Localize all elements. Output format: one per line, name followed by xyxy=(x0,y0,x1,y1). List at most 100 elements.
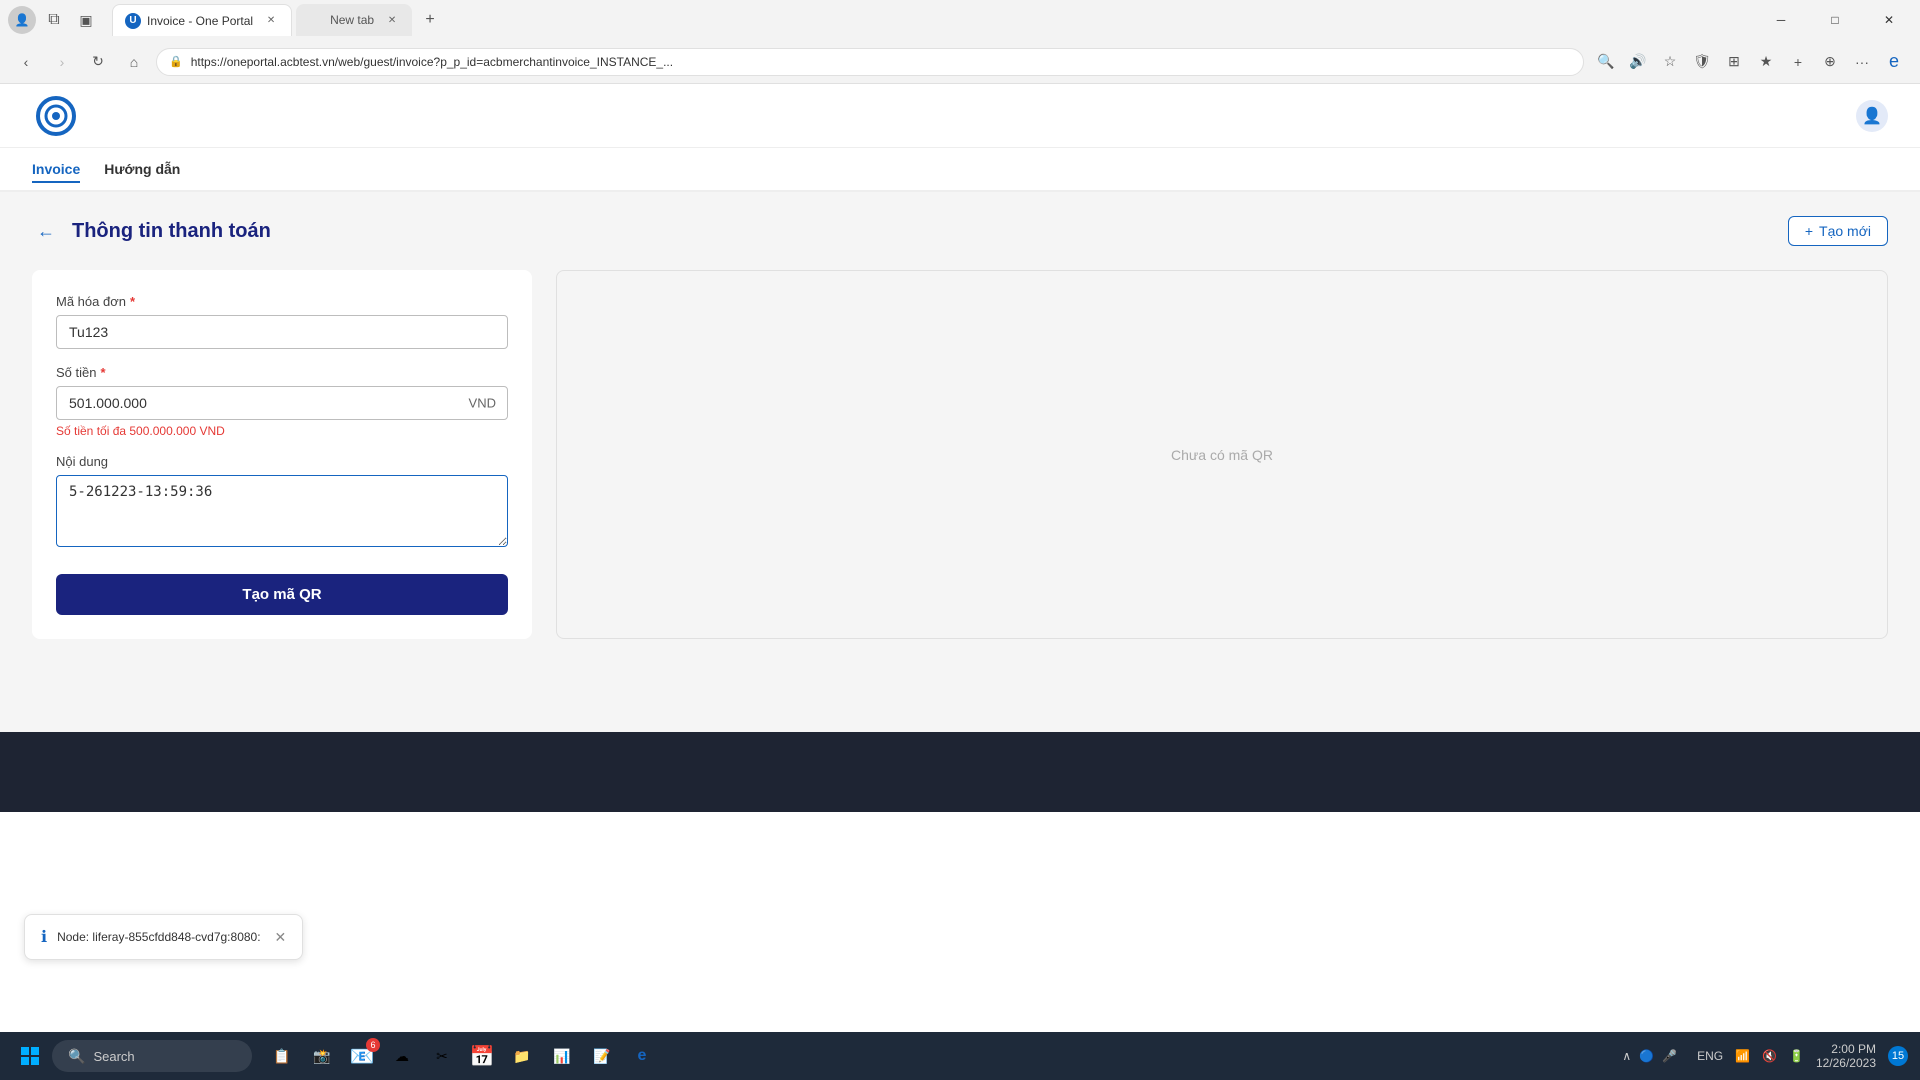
collections-icon[interactable]: + xyxy=(1784,48,1812,76)
title-bar: 👤 ⧉ ▣ U Invoice - One Portal ✕ New tab ✕… xyxy=(0,0,1920,40)
site-header: 👤 xyxy=(0,84,1920,148)
refresh-btn[interactable]: ↻ xyxy=(84,48,112,76)
url-text: https://oneportal.acbtest.vn/web/guest/i… xyxy=(191,55,1571,69)
wifi-icon[interactable]: 📶 xyxy=(1735,1049,1750,1063)
outlook-badge: 6 xyxy=(366,1038,380,1052)
profile-avatar[interactable]: 👤 xyxy=(8,6,36,34)
create-new-btn[interactable]: + Tạo mới xyxy=(1788,216,1888,246)
notification-text: Node: liferay-855cfdd848-cvd7g:8080: xyxy=(57,930,260,944)
content-label: Nội dung xyxy=(56,454,508,469)
submit-btn[interactable]: Tạo mã QR xyxy=(56,574,508,615)
minimize-btn[interactable]: ─ xyxy=(1758,4,1804,36)
tab-label-newtab: New tab xyxy=(330,13,374,27)
vertical-tabs-btn[interactable]: ▣ xyxy=(72,6,100,34)
url-bar[interactable]: 🔒 https://oneportal.acbtest.vn/web/guest… xyxy=(156,48,1584,76)
taskbar-app-explorer[interactable]: 📁 xyxy=(504,1038,540,1074)
language-indicator: ENG xyxy=(1697,1049,1723,1063)
tab-close-invoice[interactable]: ✕ xyxy=(263,13,279,29)
qr-card: Chưa có mã QR xyxy=(556,270,1888,639)
browser-action-1[interactable]: ⊕ xyxy=(1816,48,1844,76)
lock-icon: 🔒 xyxy=(169,55,183,68)
extensions-btn[interactable]: ⧉ xyxy=(40,6,68,34)
taskbar-icon-1[interactable]: 🔵 xyxy=(1639,1049,1654,1063)
start-btn[interactable] xyxy=(12,1038,48,1074)
invoice-code-label: Mã hóa đơn * xyxy=(56,294,508,309)
search-toolbar-icon[interactable]: 🔊 xyxy=(1624,48,1652,76)
page-header: ← Thông tin thanh toán + Tạo mới xyxy=(32,216,1888,246)
notification-toast: ℹ Node: liferay-855cfdd848-cvd7g:8080: ✕ xyxy=(24,914,303,960)
invoice-code-required: * xyxy=(130,294,135,309)
content-input[interactable]: 5-261223-13:59:36 xyxy=(56,475,508,547)
edge-icon[interactable]: e xyxy=(1880,48,1908,76)
create-new-icon: + xyxy=(1805,223,1813,239)
read-aloud-icon[interactable]: 🔍 xyxy=(1592,48,1620,76)
taskbar-app-word[interactable]: 📝 xyxy=(584,1038,620,1074)
taskbar: 🔍 Search 📋 📸 📧 6 ☁ ✂ 📅 📁 📊 📝 e ∧ 🔵 🎤 ENG… xyxy=(0,1032,1920,1080)
create-new-label: Tạo mới xyxy=(1819,223,1871,239)
invoice-code-input[interactable] xyxy=(56,315,508,349)
nav-guide[interactable]: Hướng dẫn xyxy=(104,157,180,183)
amount-input[interactable] xyxy=(56,386,508,420)
volume-icon[interactable]: 🔇 xyxy=(1762,1049,1777,1063)
taskbar-app-outlook[interactable]: 📧 6 xyxy=(344,1038,380,1074)
taskbar-app-edge[interactable]: e xyxy=(624,1038,660,1074)
back-btn[interactable]: ‹ xyxy=(12,48,40,76)
amount-wrapper: VND xyxy=(56,386,508,420)
taskbar-search-text: Search xyxy=(93,1049,134,1064)
back-page-btn[interactable]: ← xyxy=(32,217,60,245)
search-icon: 🔍 xyxy=(68,1048,85,1065)
taskbar-search[interactable]: 🔍 Search xyxy=(52,1040,252,1072)
amount-label: Số tiền * xyxy=(56,365,508,380)
tab-close-newtab[interactable]: ✕ xyxy=(384,12,400,28)
address-bar: ‹ › ↻ ⌂ 🔒 https://oneportal.acbtest.vn/w… xyxy=(0,40,1920,84)
page-title: Thông tin thanh toán xyxy=(72,220,271,243)
amount-required: * xyxy=(100,365,105,380)
taskbar-app-onedrive[interactable]: ☁ xyxy=(384,1038,420,1074)
favorites-sidebar-icon[interactable]: ★ xyxy=(1752,48,1780,76)
tab-newtab[interactable]: New tab ✕ xyxy=(296,4,412,36)
taskbar-app-teams[interactable]: 📅 xyxy=(464,1038,500,1074)
mic-icon[interactable]: 🎤 xyxy=(1662,1049,1677,1063)
notification-close[interactable]: ✕ xyxy=(275,929,287,946)
maximize-btn[interactable]: □ xyxy=(1812,4,1858,36)
site-nav: Invoice Hướng dẫn xyxy=(0,148,1920,192)
taskbar-apps: 📋 📸 📧 6 ☁ ✂ 📅 📁 📊 📝 e xyxy=(264,1038,660,1074)
user-profile-icon[interactable]: 👤 xyxy=(1856,100,1888,132)
split-screen-icon[interactable]: ⊞ xyxy=(1720,48,1748,76)
site-logo xyxy=(32,92,80,140)
amount-currency: VND xyxy=(469,396,496,411)
forward-btn[interactable]: › xyxy=(48,48,76,76)
browser-essentials-icon[interactable]: 🛡 xyxy=(1688,48,1716,76)
content-group: Nội dung 5-261223-13:59:36 xyxy=(56,454,508,550)
footer xyxy=(0,732,1920,812)
tab-invoice[interactable]: U Invoice - One Portal ✕ xyxy=(112,4,292,36)
form-area: Mã hóa đơn * Số tiền * VND Số tiền tối đ… xyxy=(32,270,1888,639)
qr-placeholder: Chưa có mã QR xyxy=(1171,447,1273,463)
taskbar-time[interactable]: 2:00 PM 12/26/2023 xyxy=(1816,1042,1876,1070)
home-btn[interactable]: ⌂ xyxy=(120,48,148,76)
taskbar-app-snipping[interactable]: ✂ xyxy=(424,1038,460,1074)
taskbar-sys-icons: ∧ 🔵 🎤 xyxy=(1614,1049,1685,1063)
amount-group: Số tiền * VND Số tiền tối đa 500.000.000… xyxy=(56,365,508,438)
amount-error: Số tiền tối đa 500.000.000 VND xyxy=(56,424,508,438)
battery-icon: 🔋 xyxy=(1789,1049,1804,1063)
new-tab-btn[interactable]: + xyxy=(416,6,444,34)
nav-invoice[interactable]: Invoice xyxy=(32,157,80,183)
favorites-icon[interactable]: ☆ xyxy=(1656,48,1684,76)
settings-more-icon[interactable]: ··· xyxy=(1848,48,1876,76)
taskbar-app-files[interactable]: 📋 xyxy=(264,1038,300,1074)
main-content: ← Thông tin thanh toán + Tạo mới Mã hóa … xyxy=(0,192,1920,732)
tab-favicon-invoice: U xyxy=(125,13,141,29)
invoice-code-group: Mã hóa đơn * xyxy=(56,294,508,349)
form-card: Mã hóa đơn * Số tiền * VND Số tiền tối đ… xyxy=(32,270,532,639)
notification-icon: ℹ xyxy=(41,927,47,947)
clock-time: 2:00 PM xyxy=(1816,1042,1876,1056)
tab-label-invoice: Invoice - One Portal xyxy=(147,14,253,28)
taskbar-right: ∧ 🔵 🎤 ENG 📶 🔇 🔋 2:00 PM 12/26/2023 15 xyxy=(1614,1042,1908,1070)
tab-favicon-newtab xyxy=(308,12,324,28)
chevron-up-icon[interactable]: ∧ xyxy=(1622,1049,1631,1063)
notification-count-badge[interactable]: 15 xyxy=(1888,1046,1908,1066)
taskbar-app-capture[interactable]: 📸 xyxy=(304,1038,340,1074)
close-btn[interactable]: ✕ xyxy=(1866,4,1912,36)
taskbar-app-excel[interactable]: 📊 xyxy=(544,1038,580,1074)
